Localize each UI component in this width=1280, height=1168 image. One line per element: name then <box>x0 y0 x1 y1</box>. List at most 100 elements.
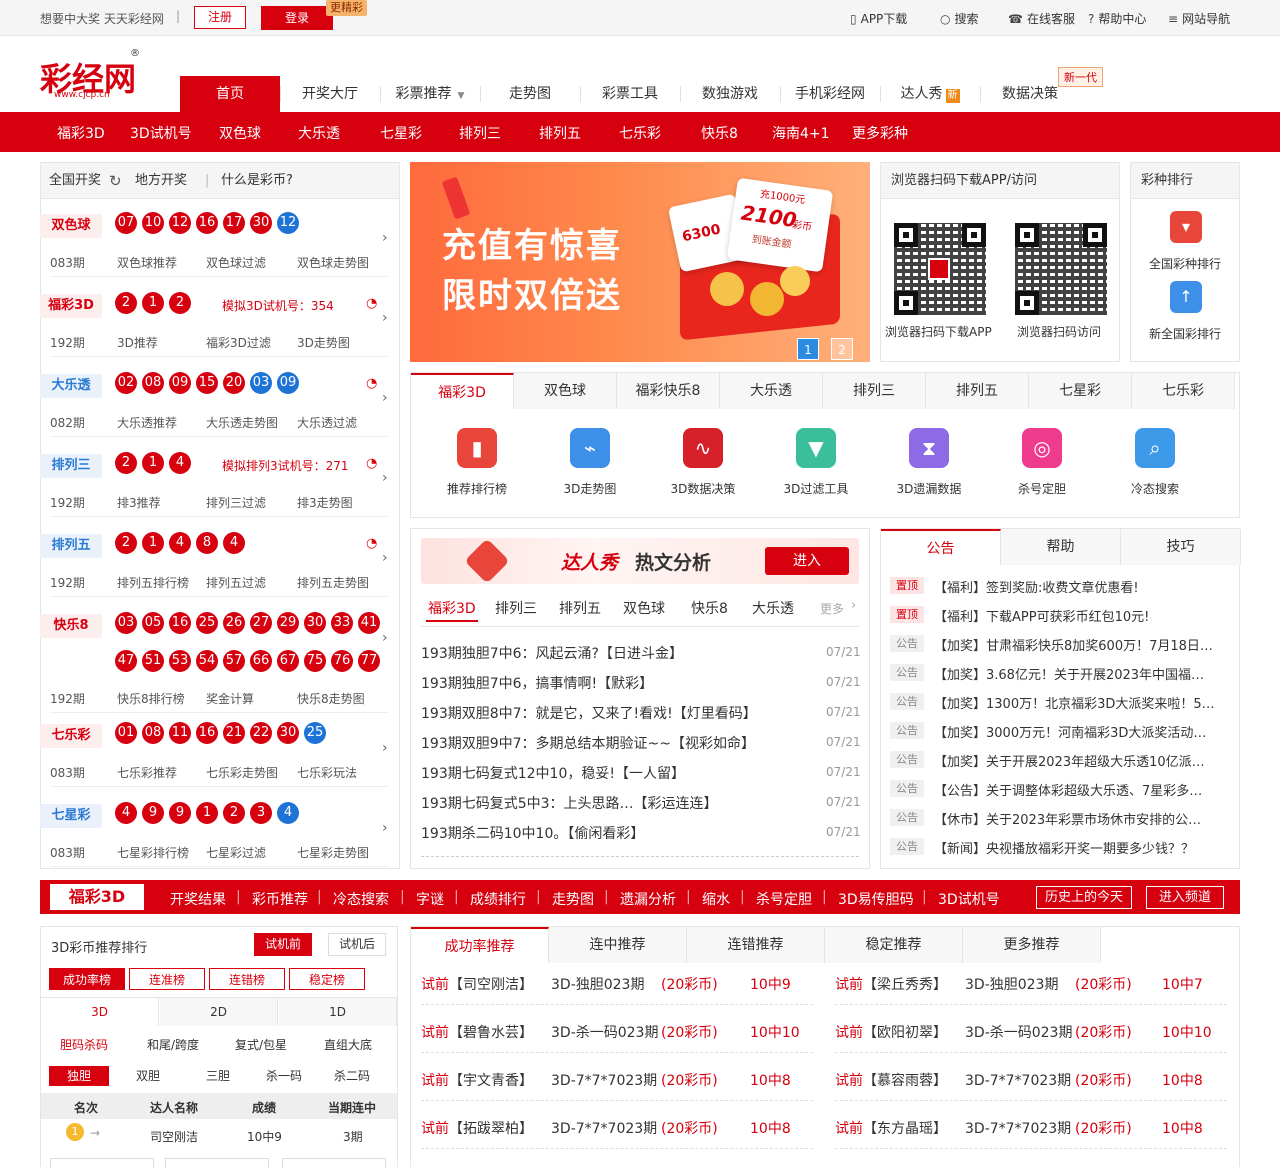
nav-item[interactable]: 彩票工具 <box>580 76 680 112</box>
draw-lottery-name[interactable]: 大乐透 <box>40 374 102 398</box>
draw-link[interactable]: 3D走势图 <box>297 334 350 351</box>
article-tab[interactable]: 福彩3D <box>428 598 476 618</box>
tool-tab[interactable]: 七乐彩 <box>1132 373 1235 409</box>
draw-link[interactable]: 七星彩走势图 <box>297 844 369 861</box>
lottery-link[interactable]: 福彩3D <box>57 123 105 143</box>
lottery-link[interactable]: 大乐透 <box>298 123 340 143</box>
enter-channel-button[interactable]: 进入频道 <box>1146 886 1224 909</box>
draw-link[interactable]: 双色球走势图 <box>297 254 369 271</box>
bell-icon[interactable]: ◔ <box>366 376 377 391</box>
recommend-item[interactable]: 试前【欧阳初翠】 <box>835 1022 947 1042</box>
notice-link[interactable]: 【新闻】央视播放福彩开奖一期要多少钱？？ <box>934 838 1234 857</box>
sub-tab[interactable]: 三胆 <box>188 1066 248 1086</box>
notice-tab[interactable]: 技巧 <box>1121 529 1241 565</box>
promo-banner[interactable]: 充值有惊喜 限时双倍送 6300 充1000元 2100 彩币 到账金额 <box>410 162 870 362</box>
draw-link[interactable]: 大乐透推荐 <box>117 414 177 431</box>
3d-channel-link[interactable]: 成绩排行 <box>470 889 526 909</box>
recommend-item-name[interactable]: 3D-独胆023期 <box>965 974 1058 994</box>
article-tab[interactable]: 大乐透 <box>752 598 794 618</box>
banner-page-1[interactable]: 1 <box>797 338 819 360</box>
link-what-is-coin[interactable]: 什么是彩币? <box>221 163 293 199</box>
tool-label[interactable]: 杀号定胆 <box>987 480 1097 497</box>
lottery-link[interactable]: 快乐8 <box>701 123 738 143</box>
3d-channel-link[interactable]: 杀号定胆 <box>756 889 812 909</box>
draw-link[interactable]: 排列五排行榜 <box>117 574 189 591</box>
chevron-right-icon[interactable]: › <box>382 310 388 326</box>
article-link[interactable]: 193期双胆9中7：多期总结本期验证~~【视彩如命】 <box>421 733 816 753</box>
recommend-item[interactable]: 试前【宇文青香】 <box>421 1070 533 1090</box>
category-tab[interactable]: 和尾/跨度 <box>147 1036 199 1053</box>
sub-tab[interactable]: 独胆 <box>49 1066 109 1086</box>
rank-user-name[interactable]: 司空刚洁 <box>150 1128 198 1145</box>
tool-label[interactable]: 3D走势图 <box>535 480 645 497</box>
tab-local-draw[interactable]: 地方开奖 <box>135 163 187 199</box>
tool-tab[interactable]: 双色球 <box>514 373 617 409</box>
article-tab[interactable]: 排列三 <box>495 598 537 618</box>
chevron-right-icon[interactable]: › <box>382 630 388 646</box>
ranking-board-tab[interactable]: 成功率榜 <box>49 968 125 990</box>
hourglass-icon[interactable]: ⧗ <box>909 428 949 468</box>
talent-banner[interactable]: 达人秀 热文分析 进入 <box>421 538 859 584</box>
draw-link[interactable]: 双色球过滤 <box>206 254 266 271</box>
3d-channel-link[interactable]: 3D易传胆码 <box>838 889 914 909</box>
trend-icon[interactable]: ⌁ <box>570 428 610 468</box>
chevron-right-icon[interactable]: › <box>382 740 388 756</box>
3d-channel-link[interactable]: 缩水 <box>702 889 730 909</box>
tool-label[interactable]: 3D过滤工具 <box>761 480 871 497</box>
draw-lottery-name[interactable]: 排列三 <box>40 454 102 478</box>
notice-link[interactable]: 【加奖】3.68亿元！关于开展2023年中国福… <box>934 664 1234 683</box>
recommend-item[interactable]: 试前【东方晶瑶】 <box>835 1118 947 1138</box>
notice-link[interactable]: 【加奖】3000万元！河南福彩3D大派奖活动… <box>934 722 1234 741</box>
bookmark-icon[interactable]: ▾ <box>1170 211 1202 243</box>
history-today-button[interactable]: 历史上的今天 <box>1036 886 1132 909</box>
tool-tab[interactable]: 大乐透 <box>720 373 823 409</box>
notice-tab[interactable]: 公告 <box>881 529 1001 565</box>
draw-link[interactable]: 七乐彩玩法 <box>297 764 357 781</box>
notice-tab[interactable]: 帮助 <box>1001 529 1121 565</box>
ranking-board-tab[interactable]: 稳定榜 <box>289 968 365 990</box>
lottery-link[interactable]: 排列三 <box>459 123 501 143</box>
search-icon[interactable]: ⌕ <box>1135 428 1175 468</box>
chevron-right-icon[interactable]: › <box>382 470 388 486</box>
sub-tab[interactable]: 杀一码 <box>254 1066 314 1086</box>
recommend-item-name[interactable]: 3D-7*7*7023期 <box>551 1118 657 1138</box>
3d-channel-link[interactable]: 3D试机号 <box>938 889 1000 909</box>
3d-channel-label[interactable]: 福彩3D <box>50 884 144 910</box>
notice-link[interactable]: 【福利】下载APP可获彩币红包10元! <box>934 606 1234 625</box>
chevron-right-icon[interactable]: › <box>851 598 856 613</box>
tool-tab[interactable]: 七星彩 <box>1029 373 1132 409</box>
nav-item[interactable]: 手机彩经网 <box>780 76 880 112</box>
dimension-tab[interactable]: 1D <box>279 998 397 1026</box>
category-tab[interactable]: 复式/包星 <box>235 1036 287 1053</box>
sub-tab[interactable]: 杀二码 <box>322 1066 382 1086</box>
tool-label[interactable]: 推荐排行榜 <box>422 480 532 497</box>
bell-icon[interactable]: ◔ <box>366 456 377 471</box>
before-trial-toggle[interactable]: 试机前 <box>254 933 312 956</box>
article-tab[interactable]: 排列五 <box>559 598 601 618</box>
draw-link[interactable]: 排列三过滤 <box>206 494 266 511</box>
tool-label[interactable]: 3D遗漏数据 <box>874 480 984 497</box>
notice-link[interactable]: 【福利】签到奖励:收费文章优惠看! <box>934 577 1234 596</box>
rank-new-national[interactable]: 新全国彩排行 <box>1149 325 1221 342</box>
recommend-item-name[interactable]: 3D-7*7*7023期 <box>965 1070 1071 1090</box>
tool-tab[interactable]: 排列三 <box>823 373 926 409</box>
tab-national-draw[interactable]: 全国开奖 <box>49 163 101 199</box>
lottery-link[interactable]: 海南4+1 <box>772 123 830 143</box>
lottery-link[interactable]: 七乐彩 <box>619 123 661 143</box>
3d-channel-link[interactable]: 开奖结果 <box>170 889 226 909</box>
chevron-right-icon[interactable]: › <box>382 550 388 566</box>
draw-link[interactable]: 大乐透过滤 <box>297 414 357 431</box>
article-tab[interactable]: 快乐8 <box>691 598 728 618</box>
refresh-icon[interactable]: ↻ <box>109 163 122 199</box>
recommend-item-name[interactable]: 3D-7*7*7023期 <box>551 1070 657 1090</box>
draw-lottery-name[interactable]: 福彩3D <box>40 294 102 318</box>
draw-link[interactable]: 排列五走势图 <box>297 574 369 591</box>
ranking-board-tab[interactable]: 连准榜 <box>129 968 205 990</box>
draw-link[interactable]: 七乐彩走势图 <box>206 764 278 781</box>
ranking-board-tab[interactable]: 连错榜 <box>209 968 285 990</box>
article-link[interactable]: 193期独胆7中6：风起云涌?【日进斗金】 <box>421 643 816 663</box>
nav-item[interactable]: 走势图 <box>480 76 580 112</box>
pulse-icon[interactable]: ∿ <box>683 428 723 468</box>
toplink-search[interactable]: ○ 搜索 <box>940 10 979 27</box>
banner-page-2[interactable]: 2 <box>831 338 853 360</box>
